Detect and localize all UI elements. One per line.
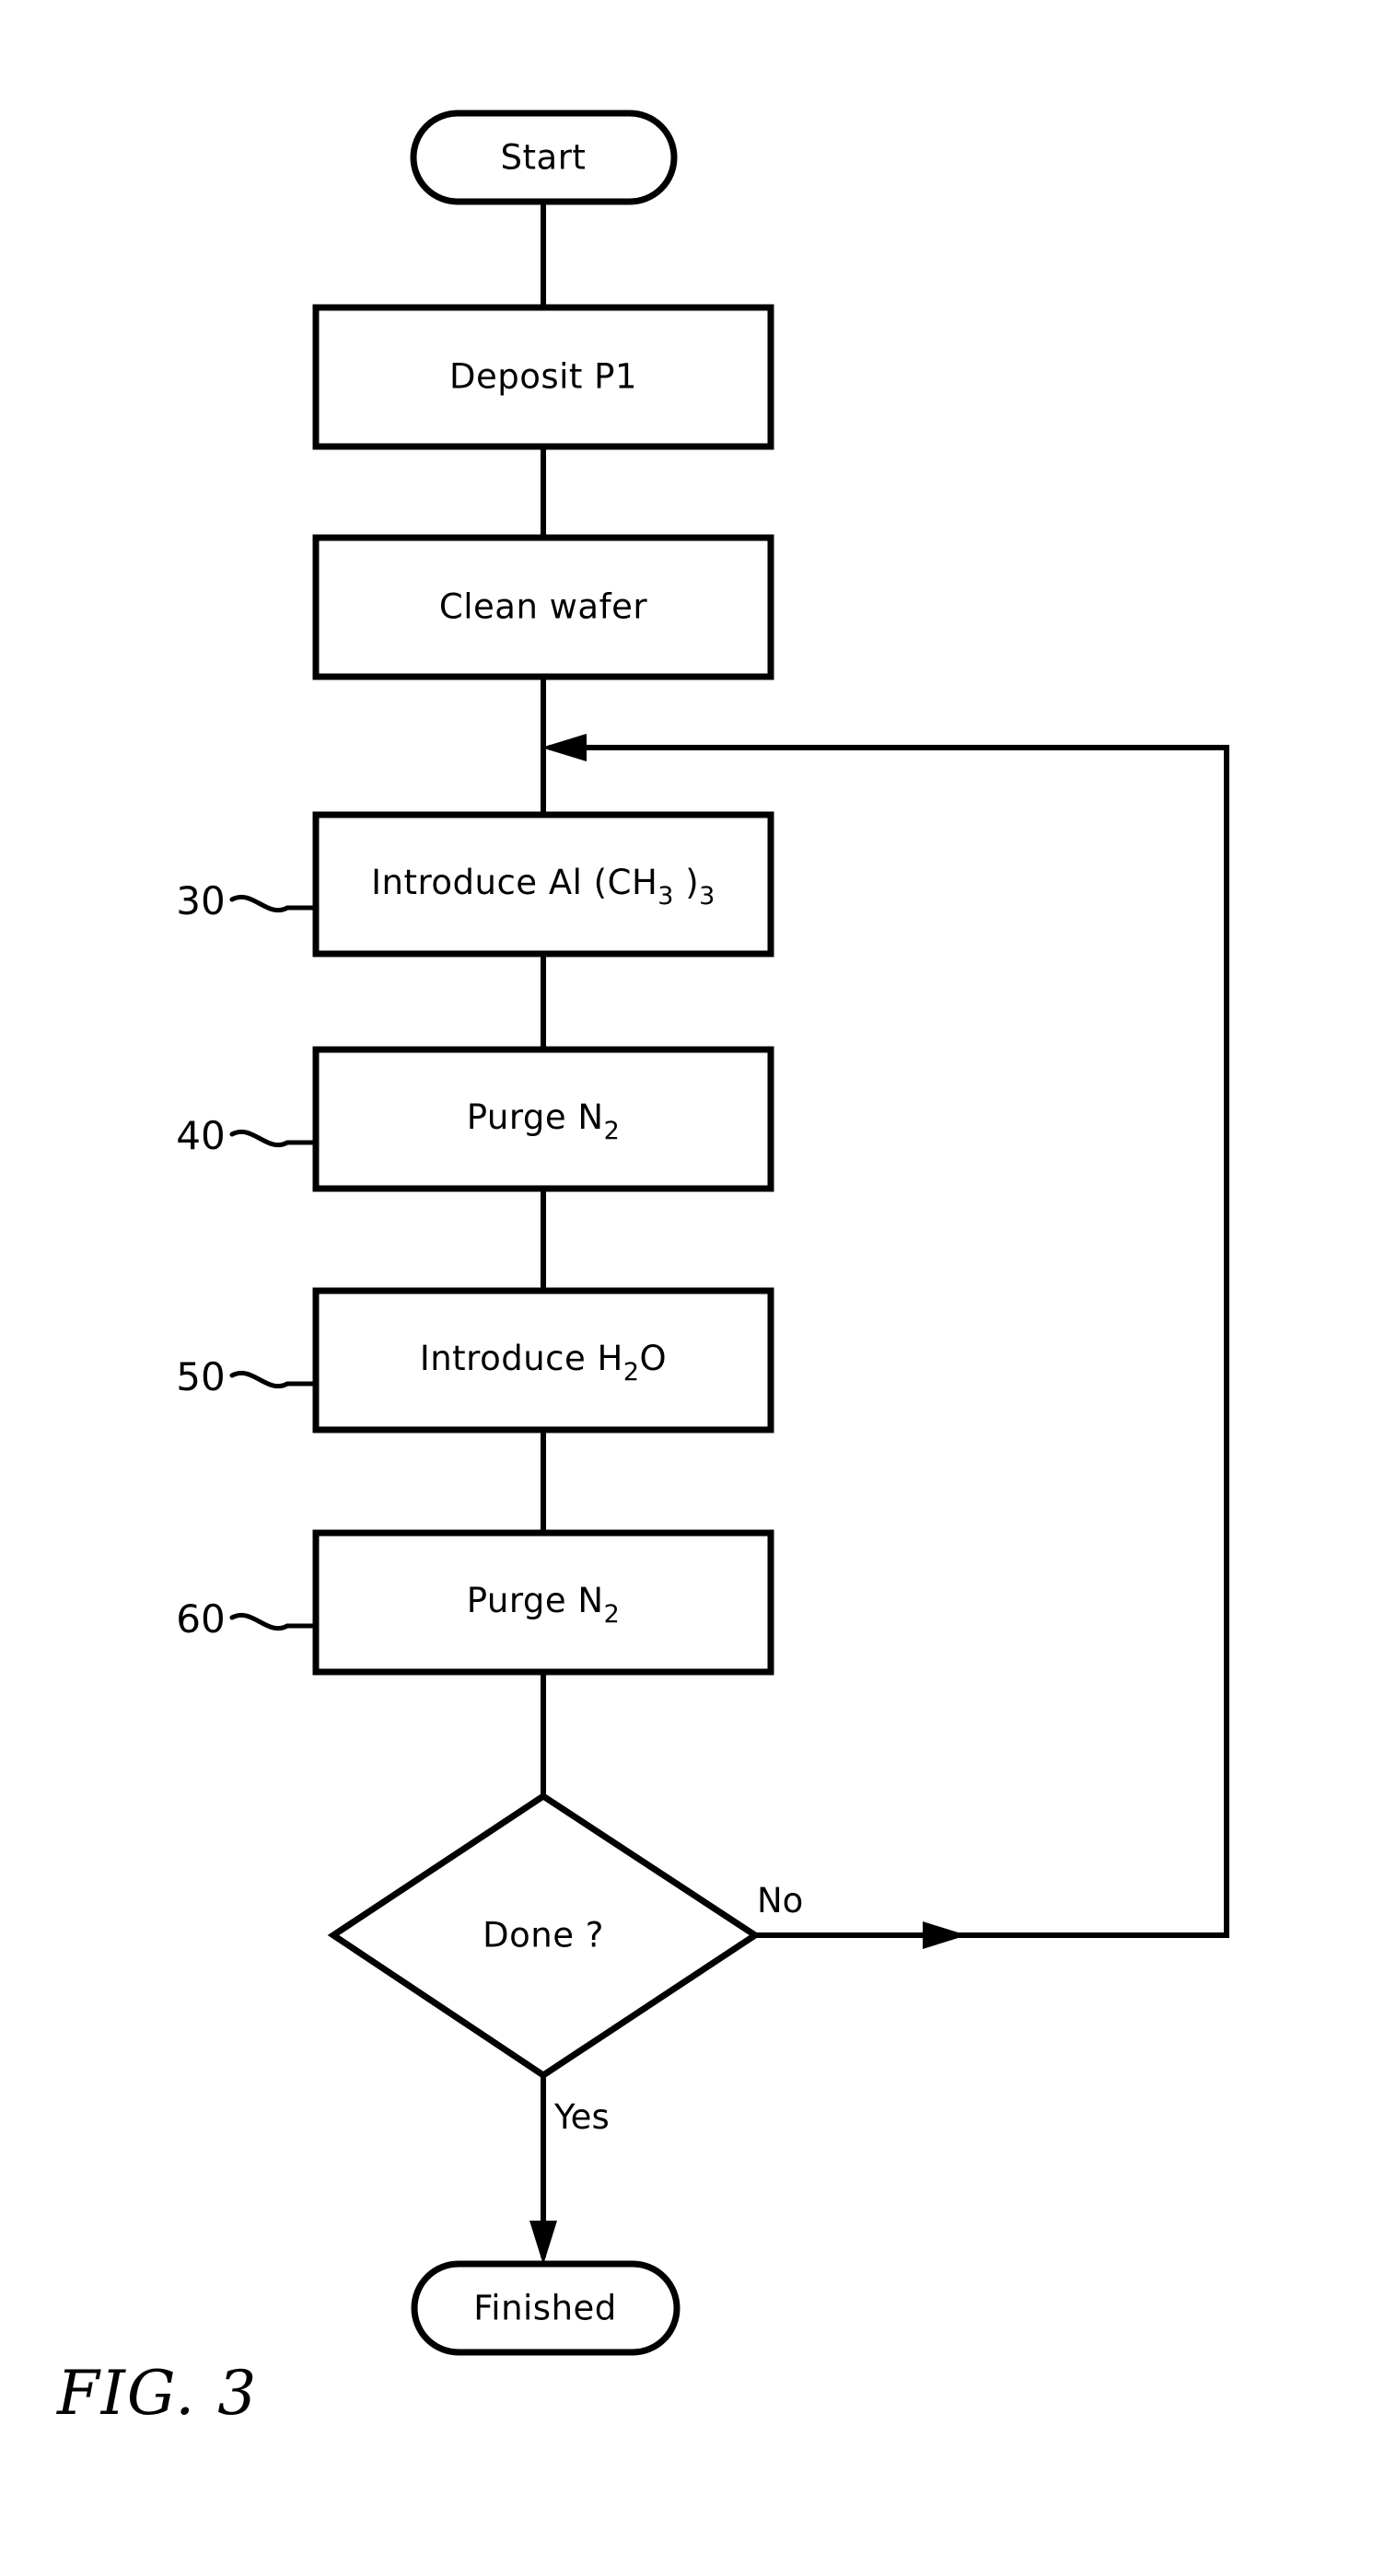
node-purge-n2-first[interactable]: Purge N2 bbox=[312, 1046, 774, 1192]
purge-n2-second-label-part1: Purge N bbox=[467, 1581, 604, 1620]
flowchart-canvas: Start Deposit P1 Clean wafer Introduce A… bbox=[56, 110, 1229, 2429]
ref-number-50: 50 bbox=[176, 1354, 225, 1399]
ref-number-60: 60 bbox=[176, 1596, 225, 1642]
figure-container: Start Deposit P1 Clean wafer Introduce A… bbox=[0, 0, 1396, 2576]
deposit-p1-label: Deposit P1 bbox=[449, 357, 637, 397]
purge-n2-second-label-sub1: 2 bbox=[604, 1600, 621, 1629]
clean-wafer-label: Clean wafer bbox=[439, 587, 647, 627]
purge-n2-first-label-part1: Purge N bbox=[467, 1097, 604, 1137]
arrowhead-feedback-into-spine bbox=[541, 734, 587, 761]
purge-n2-first-label-sub1: 2 bbox=[604, 1117, 621, 1145]
introduce-tma-label-part2: ) bbox=[674, 863, 699, 902]
ref-leader-line-40 bbox=[229, 1129, 319, 1148]
ref-callout-30: 30 bbox=[176, 878, 319, 923]
node-clean-wafer[interactable]: Clean wafer bbox=[312, 534, 774, 680]
ref-number-40: 40 bbox=[176, 1113, 225, 1158]
node-purge-n2-second[interactable]: Purge N2 bbox=[312, 1529, 774, 1676]
ref-leader-line-60 bbox=[229, 1612, 319, 1631]
introduce-h2o-label-part2: O bbox=[640, 1339, 668, 1378]
introduce-h2o-label-sub1: 2 bbox=[623, 1358, 640, 1387]
finished-label: Finished bbox=[473, 2289, 617, 2328]
ref-callout-50: 50 bbox=[176, 1354, 319, 1399]
introduce-tma-label-sub2: 3 bbox=[699, 882, 715, 911]
figure-caption: FIG. 3 bbox=[56, 2358, 258, 2429]
ref-leader-line-30 bbox=[229, 894, 319, 913]
node-introduce-tma[interactable]: Introduce Al (CH3 )3 bbox=[312, 811, 774, 957]
node-introduce-h2o[interactable]: Introduce H2O bbox=[312, 1287, 774, 1433]
arrowhead-yes-to-finished bbox=[529, 2221, 557, 2265]
ref-callout-60: 60 bbox=[176, 1596, 319, 1642]
branch-label-yes: Yes bbox=[553, 2097, 610, 2137]
ref-number-30: 30 bbox=[176, 878, 225, 923]
introduce-h2o-label-part1: Introduce H bbox=[420, 1339, 623, 1378]
ref-leader-line-50 bbox=[229, 1370, 319, 1389]
done-decision-label: Done ? bbox=[483, 1916, 604, 1955]
node-start[interactable]: Start bbox=[410, 110, 678, 205]
arrowhead-no-branch bbox=[923, 1921, 967, 1949]
node-done-decision[interactable]: Done ? bbox=[327, 1792, 762, 2080]
start-label: Start bbox=[501, 138, 587, 178]
node-finished[interactable]: Finished bbox=[411, 2260, 681, 2356]
node-deposit-p1[interactable]: Deposit P1 bbox=[312, 304, 774, 450]
ref-callout-40: 40 bbox=[176, 1113, 319, 1158]
introduce-tma-label-sub1: 3 bbox=[657, 882, 674, 911]
introduce-tma-label-part1: Introduce Al (CH bbox=[371, 863, 657, 902]
branch-label-no: No bbox=[757, 1881, 803, 1920]
